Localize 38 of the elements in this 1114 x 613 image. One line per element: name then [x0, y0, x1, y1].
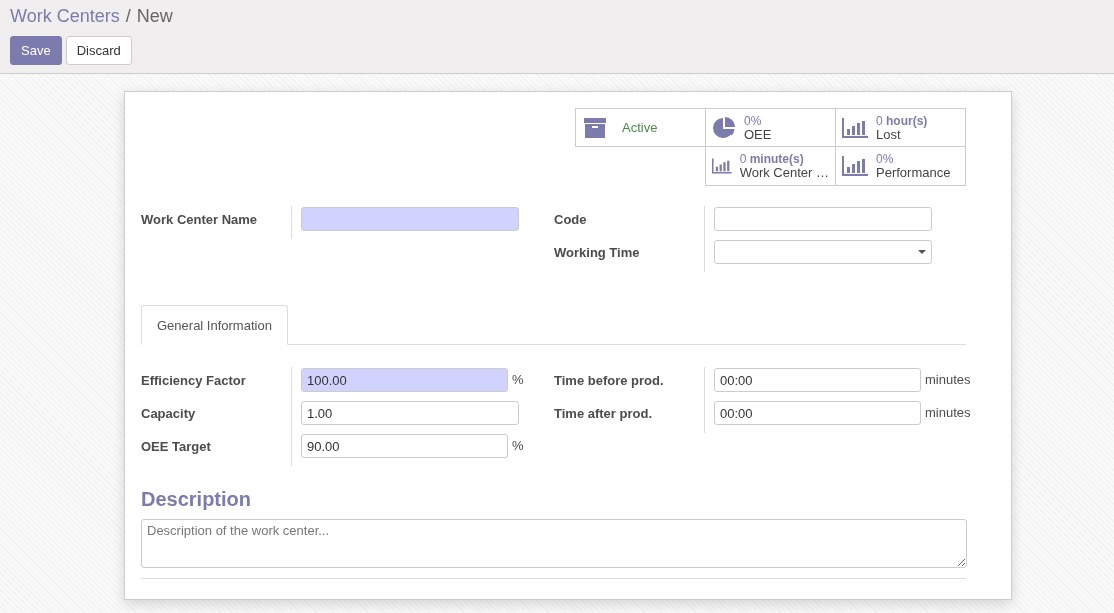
- bar-chart-icon: [842, 117, 868, 138]
- archive-box-icon: [584, 117, 606, 138]
- input-field[interactable]: [714, 207, 932, 231]
- select-field[interactable]: [714, 240, 932, 264]
- active-toggle-button[interactable]: Active: [575, 108, 706, 147]
- description-field[interactable]: Description of the work center...: [141, 519, 967, 568]
- input-field[interactable]: [301, 207, 519, 231]
- bar-chart-icon: [842, 156, 868, 176]
- input-field[interactable]: 00:00: [714, 368, 921, 392]
- field-label: Work Center Name: [141, 211, 259, 229]
- field-label: Efficiency Factor: [141, 372, 247, 390]
- breadcrumb-current: New: [136, 5, 173, 27]
- field-label: Working Time: [554, 244, 641, 262]
- field-label: Time before prod.: [554, 372, 665, 390]
- stat-button[interactable]: 0 minute(s) Work Center …: [705, 147, 836, 186]
- tab[interactable]: General Information: [141, 305, 288, 345]
- breadcrumb-separator: /: [125, 5, 131, 27]
- unit-label: %: [512, 371, 524, 387]
- field-label: Capacity: [141, 405, 197, 423]
- field-label: Time after prod.: [554, 405, 653, 423]
- unit-label: minutes: [925, 404, 971, 420]
- input-field[interactable]: 90.00: [301, 434, 508, 458]
- section-heading: Description: [141, 488, 252, 511]
- stat-button[interactable]: 0% Performance: [835, 147, 966, 186]
- save-button[interactable]: Save: [10, 36, 62, 65]
- pie-chart-icon: [712, 115, 736, 140]
- stat-button[interactable]: 0 hour(s) Lost: [835, 108, 966, 147]
- bar-chart-icon: [712, 156, 732, 176]
- stat-button[interactable]: 0% OEE: [705, 108, 836, 147]
- unit-label: %: [512, 437, 524, 453]
- input-field[interactable]: 00:00: [714, 401, 921, 425]
- input-field[interactable]: 1.00: [301, 401, 519, 425]
- field-label: Code: [554, 211, 588, 229]
- unit-label: minutes: [925, 371, 971, 387]
- field-label: OEE Target: [141, 438, 212, 456]
- discard-button[interactable]: Discard: [65, 36, 132, 65]
- input-field[interactable]: 100.00: [301, 368, 508, 392]
- caret-icon: [918, 250, 926, 254]
